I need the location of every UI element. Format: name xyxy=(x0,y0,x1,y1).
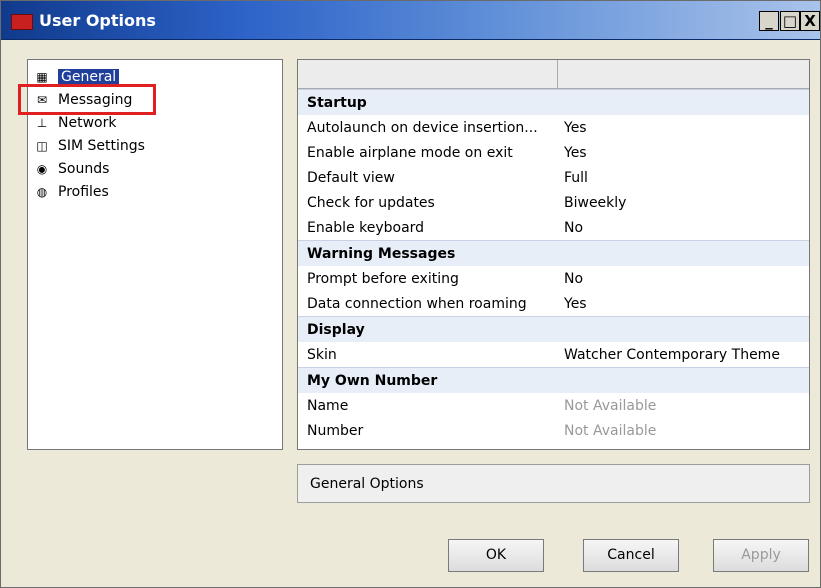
minimize-button[interactable]: _ xyxy=(759,11,779,31)
globe-icon: ◍ xyxy=(36,185,48,199)
property-value: Full xyxy=(564,169,588,186)
sim-icon: ◫ xyxy=(36,139,48,153)
options-status-panel: General Options xyxy=(297,464,810,503)
tree-item-label: Profiles xyxy=(58,184,109,200)
property-value: Yes xyxy=(564,144,587,161)
property-name: Enable keyboard xyxy=(307,219,425,236)
property-name: Check for updates xyxy=(307,194,435,211)
tree-item-profiles[interactable]: ◍ Profiles xyxy=(34,181,109,203)
options-tree: ▦ General ✉ Messaging ⊥ Network ◫ SIM Se… xyxy=(27,59,283,450)
app-icon xyxy=(11,14,33,30)
window-title: User Options xyxy=(39,11,156,30)
property-name: Data connection when roaming xyxy=(307,295,527,312)
section-my-own-number: My Own Number xyxy=(298,367,809,393)
property-value: Not Available xyxy=(564,397,657,414)
property-name: Number xyxy=(307,422,364,439)
status-text: General Options xyxy=(310,476,424,492)
property-row[interactable]: Enable airplane mode on exit Yes xyxy=(298,140,809,165)
property-name: Autolaunch on device insertion... xyxy=(307,119,538,136)
property-row[interactable]: Prompt before exiting No xyxy=(298,266,809,291)
tree-item-sounds[interactable]: ◉ Sounds xyxy=(34,158,110,180)
property-row[interactable]: Data connection when roaming Yes xyxy=(298,291,809,316)
property-grid: Startup Autolaunch on device insertion..… xyxy=(297,59,810,450)
tree-item-label: Messaging xyxy=(58,92,133,108)
envelope-icon: ✉ xyxy=(36,93,48,107)
property-name: Default view xyxy=(307,169,395,186)
ok-button[interactable]: OK xyxy=(448,539,544,572)
user-options-window: User Options _ □ X ▦ General ✉ Messaging… xyxy=(0,0,821,588)
tree-item-label: General xyxy=(58,69,120,85)
general-icon: ▦ xyxy=(36,70,48,84)
property-value: No xyxy=(564,219,584,236)
property-row[interactable]: Check for updates Biweekly xyxy=(298,190,809,215)
tree-item-sim-settings[interactable]: ◫ SIM Settings xyxy=(34,135,145,157)
property-row[interactable]: Name Not Available xyxy=(298,393,809,418)
maximize-button[interactable]: □ xyxy=(780,11,800,31)
network-icon: ⊥ xyxy=(36,116,48,130)
property-value: Yes xyxy=(564,295,587,312)
property-row[interactable]: Default view Full xyxy=(298,165,809,190)
section-startup: Startup xyxy=(298,89,809,115)
tree-item-label: Network xyxy=(58,115,117,131)
tree-item-network[interactable]: ⊥ Network xyxy=(34,112,117,134)
property-row[interactable]: Skin Watcher Contemporary Theme xyxy=(298,342,809,367)
property-value: Watcher Contemporary Theme xyxy=(564,346,780,363)
tree-item-label: SIM Settings xyxy=(58,138,145,154)
property-value: No xyxy=(564,270,584,287)
property-value: Yes xyxy=(564,119,587,136)
section-warning-messages: Warning Messages xyxy=(298,240,809,266)
title-bar: User Options _ □ X xyxy=(1,1,820,40)
property-row[interactable]: Autolaunch on device insertion... Yes xyxy=(298,115,809,140)
property-name: Prompt before exiting xyxy=(307,270,459,287)
cancel-button[interactable]: Cancel xyxy=(583,539,679,572)
apply-button[interactable]: Apply xyxy=(713,539,809,572)
property-name: Skin xyxy=(307,346,337,363)
grid-header xyxy=(298,60,809,89)
speaker-icon: ◉ xyxy=(36,162,48,176)
property-name: Enable airplane mode on exit xyxy=(307,144,513,161)
tree-item-label: Sounds xyxy=(58,161,110,177)
property-value: Not Available xyxy=(564,422,657,439)
property-row[interactable]: Enable keyboard No xyxy=(298,215,809,240)
grid-column-header-value xyxy=(558,60,809,88)
property-value: Biweekly xyxy=(564,194,627,211)
close-button[interactable]: X xyxy=(800,11,820,31)
property-row[interactable]: Number Not Available xyxy=(298,418,809,443)
tree-item-general[interactable]: ▦ General xyxy=(34,66,120,88)
grid-column-header-name xyxy=(298,60,558,88)
tree-item-messaging[interactable]: ✉ Messaging xyxy=(34,89,132,111)
section-display: Display xyxy=(298,316,809,342)
property-name: Name xyxy=(307,397,349,414)
